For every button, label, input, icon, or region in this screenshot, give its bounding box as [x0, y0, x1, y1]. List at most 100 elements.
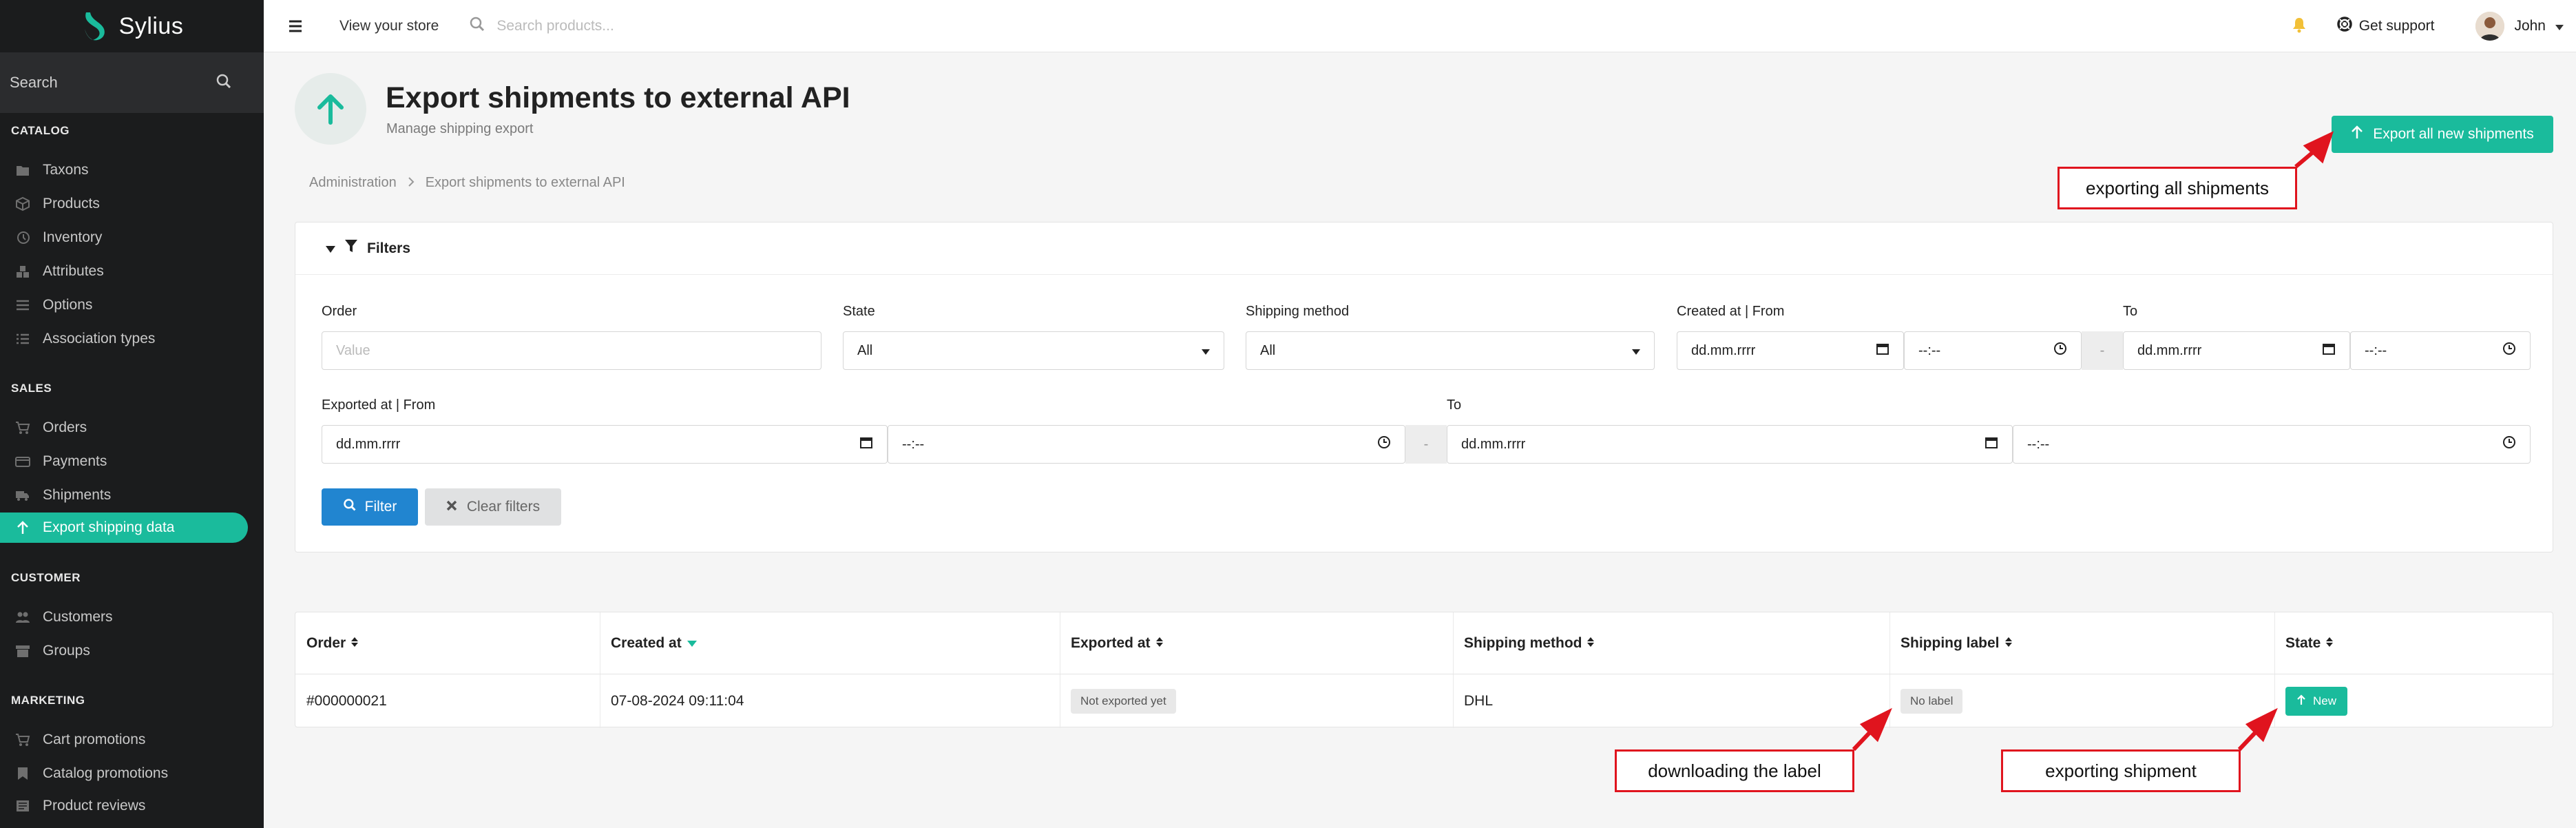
calendar-icon[interactable]: [2322, 342, 2336, 360]
exported-to-time-input[interactable]: --:--: [2013, 425, 2531, 464]
sidebar-item-association-types[interactable]: Association types: [0, 324, 264, 354]
created-to-time-input[interactable]: --:--: [2350, 331, 2531, 370]
order-input[interactable]: Value: [322, 331, 821, 370]
breadcrumb: Administration Export shipments to exter…: [309, 175, 625, 191]
clock-icon[interactable]: [1377, 435, 1391, 453]
exported-to-label: To: [1447, 397, 1462, 413]
sidebar-item-label: Options: [43, 297, 93, 313]
cell-shipping-method: DHL: [1464, 693, 1494, 709]
folder-icon: [15, 163, 30, 178]
column-header-label: Order: [306, 634, 346, 651]
breadcrumb-administration[interactable]: Administration: [309, 175, 397, 191]
truck-icon: [15, 488, 30, 503]
sidebar-item-label: Catalog promotions: [43, 765, 169, 781]
sidebar-item-payments[interactable]: Payments: [0, 446, 264, 477]
calendar-icon[interactable]: [859, 435, 873, 453]
shipping-label-badge[interactable]: No label: [1900, 689, 1963, 714]
shipping-method-value: All: [1260, 342, 1276, 358]
sidebar-item-inventory[interactable]: Inventory: [0, 222, 264, 253]
sort-icon: [1155, 635, 1163, 652]
sidebar-item-label: Taxons: [43, 162, 89, 178]
state-value: All: [857, 342, 873, 358]
cart-icon: [15, 732, 30, 747]
sidebar-section-marketing: MARKETING: [11, 694, 85, 707]
caret-down-icon: [326, 240, 335, 257]
sidebar-item-catalog-promotions[interactable]: Catalog promotions: [0, 758, 264, 789]
column-header-shipping-method[interactable]: Shipping method: [1453, 612, 1889, 674]
search-icon[interactable]: [216, 73, 232, 93]
column-header-exported-at[interactable]: Exported at: [1060, 612, 1453, 674]
sidebar-item-customers[interactable]: Customers: [0, 602, 264, 632]
column-header-label: Shipping label: [1900, 634, 2000, 651]
chevron-right-icon: [408, 175, 415, 191]
exported-from-date-input[interactable]: dd.mm.rrrr: [322, 425, 888, 464]
breadcrumb-current: Export shipments to external API: [425, 175, 625, 190]
view-store-link[interactable]: View your store: [339, 18, 439, 34]
sidebar-item-product-reviews[interactable]: Product reviews: [0, 791, 264, 821]
bell-icon[interactable]: [2292, 17, 2307, 37]
created-from-time-input[interactable]: --:--: [1904, 331, 2082, 370]
annotation-export-shipment: exporting shipment: [2001, 749, 2241, 792]
column-header-created-at[interactable]: Created at: [600, 612, 1060, 674]
exported-from-label: Exported at | From: [322, 397, 436, 413]
clear-filters-button[interactable]: Clear filters: [425, 488, 561, 526]
user-menu[interactable]: John: [2475, 12, 2564, 41]
brand[interactable]: Sylius: [0, 0, 264, 52]
arrow-up-icon: [317, 94, 344, 125]
exported-from-time-input[interactable]: --:--: [888, 425, 1405, 464]
filters-card: Filters Order Value State All Shipping m…: [295, 222, 2553, 552]
sidebar-item-products[interactable]: Products: [0, 189, 264, 219]
brand-name: Sylius: [118, 12, 184, 39]
newspaper-icon: [15, 798, 30, 814]
sidebar-item-taxons[interactable]: Taxons: [0, 155, 264, 185]
filter-label: Filter: [364, 499, 397, 515]
sidebar-item-label: Attributes: [43, 263, 104, 279]
clock-icon[interactable]: [2502, 342, 2516, 360]
sidebar-search-input[interactable]: [10, 74, 182, 92]
column-header-shipping-label[interactable]: Shipping label: [1889, 612, 2274, 674]
sidebar-item-shipments[interactable]: Shipments: [0, 480, 264, 510]
column-header-label: Created at: [611, 634, 682, 651]
sidebar-item-groups[interactable]: Groups: [0, 636, 264, 666]
sidebar-item-options[interactable]: Options: [0, 290, 264, 320]
menu-toggle-icon[interactable]: [278, 8, 313, 44]
page-title: Export shipments to external API: [386, 81, 850, 114]
calendar-icon[interactable]: [1876, 342, 1889, 360]
sidebar-item-label: Export shipping data: [43, 519, 175, 535]
sidebar-item-orders[interactable]: Orders: [0, 413, 264, 443]
column-header-label: State: [2285, 634, 2321, 651]
get-support-label: Get support: [2358, 18, 2435, 34]
shipping-method-select[interactable]: All: [1246, 331, 1655, 370]
cubes-icon: [15, 264, 30, 279]
sidebar-item-label: Customers: [43, 609, 113, 625]
sidebar-section-sales: SALES: [11, 382, 52, 395]
clock-icon[interactable]: [2502, 435, 2516, 453]
sidebar-item-attributes[interactable]: Attributes: [0, 256, 264, 287]
annotation-download-label: downloading the label: [1615, 749, 1854, 792]
sort-icon: [351, 635, 359, 652]
export-shipment-button[interactable]: New: [2285, 687, 2348, 716]
created-from-date-input[interactable]: dd.mm.rrrr: [1677, 331, 1904, 370]
created-to-date-input[interactable]: dd.mm.rrrr: [2123, 331, 2350, 370]
column-header-order[interactable]: Order: [295, 612, 600, 674]
column-header-state[interactable]: State: [2274, 612, 2554, 674]
exported-to-date-input[interactable]: dd.mm.rrrr: [1447, 425, 2013, 464]
state-label: New: [2313, 694, 2337, 707]
column-header-label: Exported at: [1071, 634, 1151, 651]
sort-icon: [2326, 635, 2334, 652]
filters-toggle[interactable]: Filters: [295, 222, 2553, 275]
close-icon: [446, 499, 457, 515]
export-all-new-shipments-button[interactable]: Export all new shipments: [2332, 116, 2553, 153]
sidebar-item-cart-promotions[interactable]: Cart promotions: [0, 725, 264, 755]
clock-icon[interactable]: [2053, 342, 2067, 360]
product-search-input[interactable]: [496, 17, 841, 34]
sidebar-item-label: Products: [43, 196, 100, 211]
cell-exported-at: Not exported yet: [1060, 674, 1453, 728]
sidebar: Sylius CATALOG Taxons Products Inventory…: [0, 0, 264, 828]
sidebar-item-export-shipping-data[interactable]: Export shipping data: [0, 513, 248, 543]
calendar-icon[interactable]: [1985, 435, 1998, 453]
filter-button[interactable]: Filter: [322, 488, 418, 526]
state-select[interactable]: All: [843, 331, 1224, 370]
get-support-link[interactable]: Get support: [2336, 17, 2435, 36]
sidebar-search: [0, 52, 264, 113]
